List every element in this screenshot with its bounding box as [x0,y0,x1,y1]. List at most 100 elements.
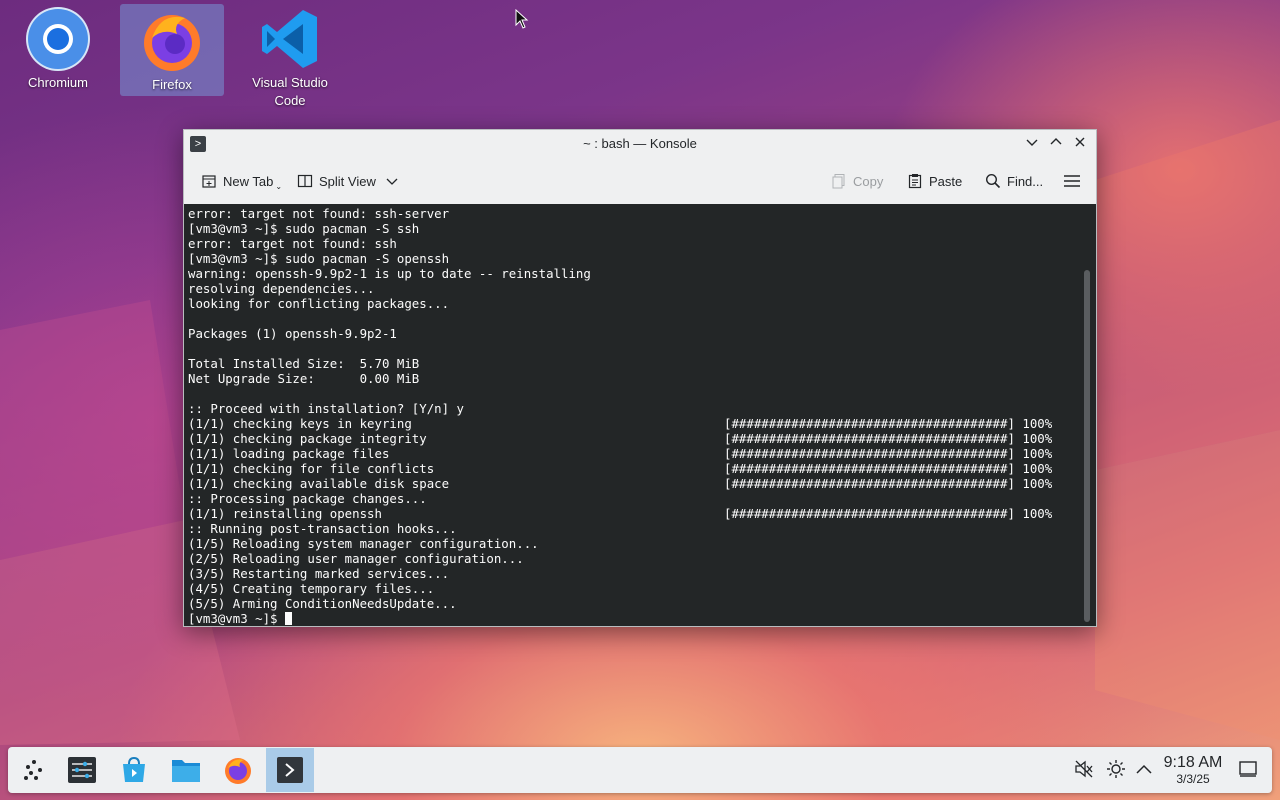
progress-bar-text: [#####################################] … [724,461,1053,476]
copy-icon [832,174,845,189]
terminal-line: (1/1) reinstalling openssh [#############… [188,506,1092,521]
terminal-line-text: (1/5) Reloading system manager configura… [188,536,539,551]
split-view-icon [297,174,313,188]
konsole-window: > ~ : bash — Konsole New Tab ⌄ Split Vie… [183,129,1097,627]
terminal-line: (1/5) Reloading system manager configura… [188,536,1092,551]
terminal-line-text: error: target not found: ssh-server [188,206,450,221]
app-launcher-icon [24,760,42,780]
task-dolphin[interactable] [162,748,210,792]
terminal-line: error: target not found: ssh [188,236,1092,251]
mouse-cursor-icon [515,9,529,29]
minimize-button[interactable] [1023,135,1041,153]
chevron-up-icon [1136,764,1152,774]
paste-icon [908,174,922,189]
find-button[interactable]: Find... [985,170,1043,192]
progress-bar-text: [#####################################] … [724,431,1053,446]
vscode-icon [262,10,317,68]
terminal-line-text: :: Processing package changes... [188,491,427,506]
brightness-icon [1107,760,1125,778]
folder-icon [172,760,200,782]
new-tab-button[interactable]: New Tab ⌄ [201,170,282,192]
copy-label: Copy [853,173,884,189]
task-konsole[interactable] [266,748,314,792]
system-settings-icon [68,757,96,783]
terminal-line: (1/1) checking keys in keyring [#########… [188,416,1092,431]
terminal-line: (2/5) Reloading user manager configurati… [188,551,1092,566]
terminal-line: (1/1) checking package integrity [#######… [188,431,1092,446]
show-desktop-icon [1239,761,1257,777]
close-icon [1075,137,1085,147]
split-view-button[interactable]: Split View [297,170,398,192]
firefox-icon [144,15,200,71]
tray-expand-button[interactable] [1133,758,1155,780]
hamburger-menu-button[interactable] [1063,170,1087,192]
terminal-line-text: (1/1) loading package files [188,446,390,461]
terminal-line-text: (4/5) Creating temporary files... [188,581,435,596]
terminal-line-text: (3/5) Restarting marked services... [188,566,450,581]
terminal-line-text: looking for conflicting packages... [188,296,450,311]
terminal-line-text: :: Running post-transaction hooks... [188,521,457,536]
terminal-line: [vm3@vm3 ~]$ sudo pacman -S openssh [188,251,1092,266]
terminal-prompt-line: [vm3@vm3 ~]$ [188,611,1092,626]
terminal-line-text: [vm3@vm3 ~]$ sudo pacman -S openssh [188,251,450,266]
task-discover[interactable] [110,748,158,792]
paste-button[interactable]: Paste [907,170,962,192]
dropdown-indicator-icon: ⌄ [275,181,283,191]
progress-bar-text: [#####################################] … [724,506,1053,521]
terminal-lines: error: target not found: ssh-server [vm3@… [188,206,1092,611]
terminal-line-text: (5/5) Arming ConditionNeedsUpdate... [188,596,457,611]
maximize-button[interactable] [1047,135,1065,153]
hamburger-menu-icon [1064,175,1080,187]
clock-date: 3/3/25 [1176,772,1210,786]
app-launcher-button[interactable] [10,748,58,792]
konsole-icon [277,757,303,783]
task-system-settings[interactable] [58,748,106,792]
terminal-line: warning: openssh-9.9p2-1 is up to date -… [188,266,1092,281]
terminal-line: Packages (1) openssh-9.9p2-1 [188,326,1092,341]
terminal-line: looking for conflicting packages... [188,296,1092,311]
close-button[interactable] [1071,135,1089,153]
desktop-icon-firefox[interactable]: Firefox [120,4,224,96]
terminal-line: (1/1) loading package files [############… [188,446,1092,461]
copy-button[interactable]: Copy [831,170,883,192]
window-titlebar[interactable]: > ~ : bash — Konsole [184,130,1096,158]
terminal-scrollbar[interactable] [1084,270,1090,622]
progress-bar-text: [#####################################] … [724,476,1053,491]
digital-clock[interactable]: 9:18 AM 3/3/25 [1158,754,1228,786]
new-tab-label: New Tab [223,173,274,189]
show-desktop-button[interactable] [1237,758,1259,780]
desktop-icon-chromium[interactable]: Chromium [6,6,110,92]
brightness-button[interactable] [1105,758,1127,780]
terminal-prompt: [vm3@vm3 ~]$ [188,611,285,626]
desktop-icon-label: Firefox [152,77,192,92]
terminal-line-text: Total Installed Size: 5.70 MiB [188,356,420,371]
terminal-line: error: target not found: ssh-server [188,206,1092,221]
terminal-line: (1/1) checking for file conflicts [######… [188,461,1092,476]
terminal-line-text: warning: openssh-9.9p2-1 is up to date -… [188,266,591,281]
paste-label: Paste [929,173,963,189]
terminal-line: Total Installed Size: 5.70 MiB [188,356,1092,371]
window-title: ~ : bash — Konsole [583,136,697,151]
terminal-line-text: [vm3@vm3 ~]$ sudo pacman -S ssh [188,221,420,236]
terminal-line: Net Upgrade Size: 0.00 MiB [188,371,1092,386]
chevron-down-icon [386,178,398,185]
task-firefox[interactable] [214,748,262,792]
new-tab-icon [202,175,216,188]
terminal-line: resolving dependencies... [188,281,1092,296]
chevron-down-icon [1026,139,1038,146]
terminal-line: (5/5) Arming ConditionNeedsUpdate... [188,596,1092,611]
desktop-icon-label: Visual Studio Code [252,75,328,108]
discover-store-icon [123,756,145,782]
progress-bar-text: [#####################################] … [724,416,1053,431]
volume-button[interactable] [1073,758,1095,780]
konsole-toolbar: New Tab ⌄ Split View Copy Paste Find... [184,158,1096,205]
find-label: Find... [1007,173,1044,189]
terminal-output[interactable]: error: target not found: ssh-server [vm3@… [184,204,1096,626]
terminal-line-text: (1/1) checking for file conflicts [188,461,435,476]
split-view-label: Split View [319,173,376,189]
desktop-icon-vscode[interactable]: Visual Studio Code [238,6,342,110]
terminal-line-text: (2/5) Reloading user manager configurati… [188,551,524,566]
terminal-line: (4/5) Creating temporary files... [188,581,1092,596]
